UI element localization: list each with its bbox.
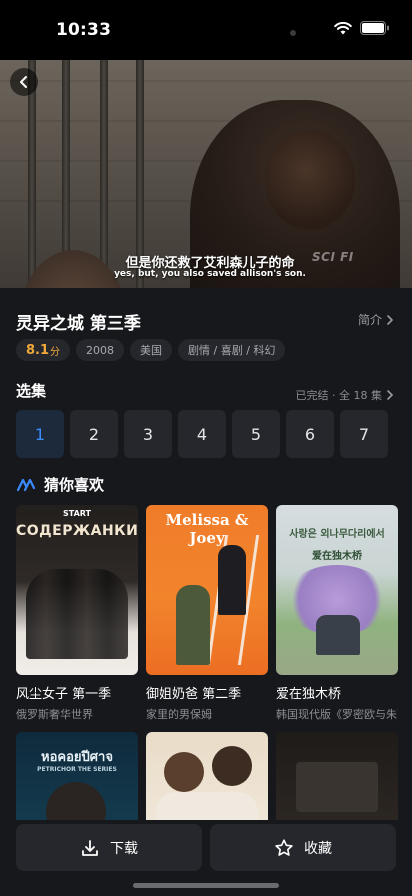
chevron-right-icon xyxy=(387,314,394,325)
poster-top-text: START xyxy=(62,509,92,518)
video-figure-head xyxy=(265,130,355,230)
favorite-label: 收藏 xyxy=(304,840,332,857)
poster-image: Melissa & Joey xyxy=(146,505,268,675)
episode-button[interactable]: 5 xyxy=(232,410,280,458)
poster-image: START СОДЕРЖАНКИ xyxy=(16,505,138,675)
show-title: 灵异之城 第三季 xyxy=(16,314,141,334)
rating-value: 8.1 xyxy=(26,342,50,358)
rating-unit: 分 xyxy=(50,346,61,358)
year-tag: 2008 xyxy=(76,339,125,361)
poster-subtext: 爱在独木桥 xyxy=(312,551,362,562)
episodes-status: 已完结 · 全 18 集 xyxy=(295,389,382,402)
chevron-right-icon xyxy=(387,390,394,400)
poster-image: 사랑은 외나무다리에서 爱在独木桥 xyxy=(276,505,398,675)
status-icons xyxy=(334,21,390,35)
wifi-icon xyxy=(334,21,352,34)
favorite-button[interactable]: 收藏 xyxy=(210,824,396,871)
recommend-icon xyxy=(16,478,36,491)
status-time: 10:33 xyxy=(56,20,112,40)
card-title: 风尘女子 第一季 xyxy=(16,687,112,702)
bottom-action-bar: 下载 收藏 xyxy=(0,820,412,896)
subtitle-english: yes, but, you also saved allison's son. xyxy=(114,269,306,279)
intro-link[interactable]: 简介 xyxy=(358,311,394,328)
back-button[interactable] xyxy=(10,68,38,96)
rating-badge: 8.1 分 xyxy=(16,339,71,361)
channel-watermark: SCI FI xyxy=(312,250,354,264)
status-bar: 10:33 xyxy=(0,0,412,60)
chevron-left-icon xyxy=(20,76,27,88)
episodes-status-link[interactable]: 已完结 · 全 18 集 xyxy=(296,387,394,403)
episode-list: 1 2 3 4 5 6 7 xyxy=(16,410,388,458)
recommendation-card[interactable]: 사랑은 외나무다리에서 爱在独木桥 爱在独木桥 韩国现代版《罗密欧与朱丽叶》 xyxy=(276,505,398,722)
recommendation-card[interactable]: Melissa & Joey 御姐奶爸 第二季 家里的男保姆 xyxy=(146,505,268,722)
episode-button[interactable]: 1 xyxy=(16,410,64,458)
card-subtitle: 俄罗斯奢华世界 xyxy=(16,708,93,721)
poster-subtext: PETRICHOR THE SERIES xyxy=(37,766,117,773)
card-subtitle: 家里的男保姆 xyxy=(146,708,212,721)
card-title: 爱在独木桥 xyxy=(276,687,342,702)
card-title: 御姐奶爸 第二季 xyxy=(146,687,242,702)
card-subtitle: 韩国现代版《罗密欧与朱丽叶》 xyxy=(276,708,398,721)
download-button[interactable]: 下载 xyxy=(16,824,202,871)
download-icon xyxy=(82,839,98,856)
battery-icon xyxy=(360,21,389,35)
star-icon xyxy=(275,838,293,856)
recommendation-card[interactable]: START СОДЕРЖАНКИ 风尘女子 第一季 俄罗斯奢华世界 xyxy=(16,505,138,722)
recommendations-header: 猜你喜欢 xyxy=(16,474,104,495)
episode-button[interactable]: 4 xyxy=(178,410,226,458)
poster-text: หอคอยปีศาจ xyxy=(41,750,113,765)
episodes-title: 选集 xyxy=(16,382,47,400)
intro-label: 简介 xyxy=(357,313,382,327)
camera-dot xyxy=(290,30,296,36)
genre-tag: 剧情 / 喜剧 / 科幻 xyxy=(178,339,286,361)
recommendations-title: 猜你喜欢 xyxy=(44,476,105,494)
episode-button[interactable]: 6 xyxy=(286,410,334,458)
episode-button[interactable]: 7 xyxy=(340,410,388,458)
episode-button[interactable]: 2 xyxy=(70,410,118,458)
poster-text: 사랑은 외나무다리에서 xyxy=(289,529,385,540)
video-player[interactable]: 但是你还救了艾利森儿子的命 yes, but, you also saved a… xyxy=(0,60,412,288)
region-tag: 美国 xyxy=(130,339,173,361)
home-indicator[interactable] xyxy=(133,883,279,888)
episode-button[interactable]: 3 xyxy=(124,410,172,458)
poster-text: СОДЕРЖАНКИ xyxy=(16,523,138,539)
show-tags: 8.1 分 2008 美国 剧情 / 喜剧 / 科幻 xyxy=(16,339,286,361)
download-label: 下载 xyxy=(110,840,138,857)
